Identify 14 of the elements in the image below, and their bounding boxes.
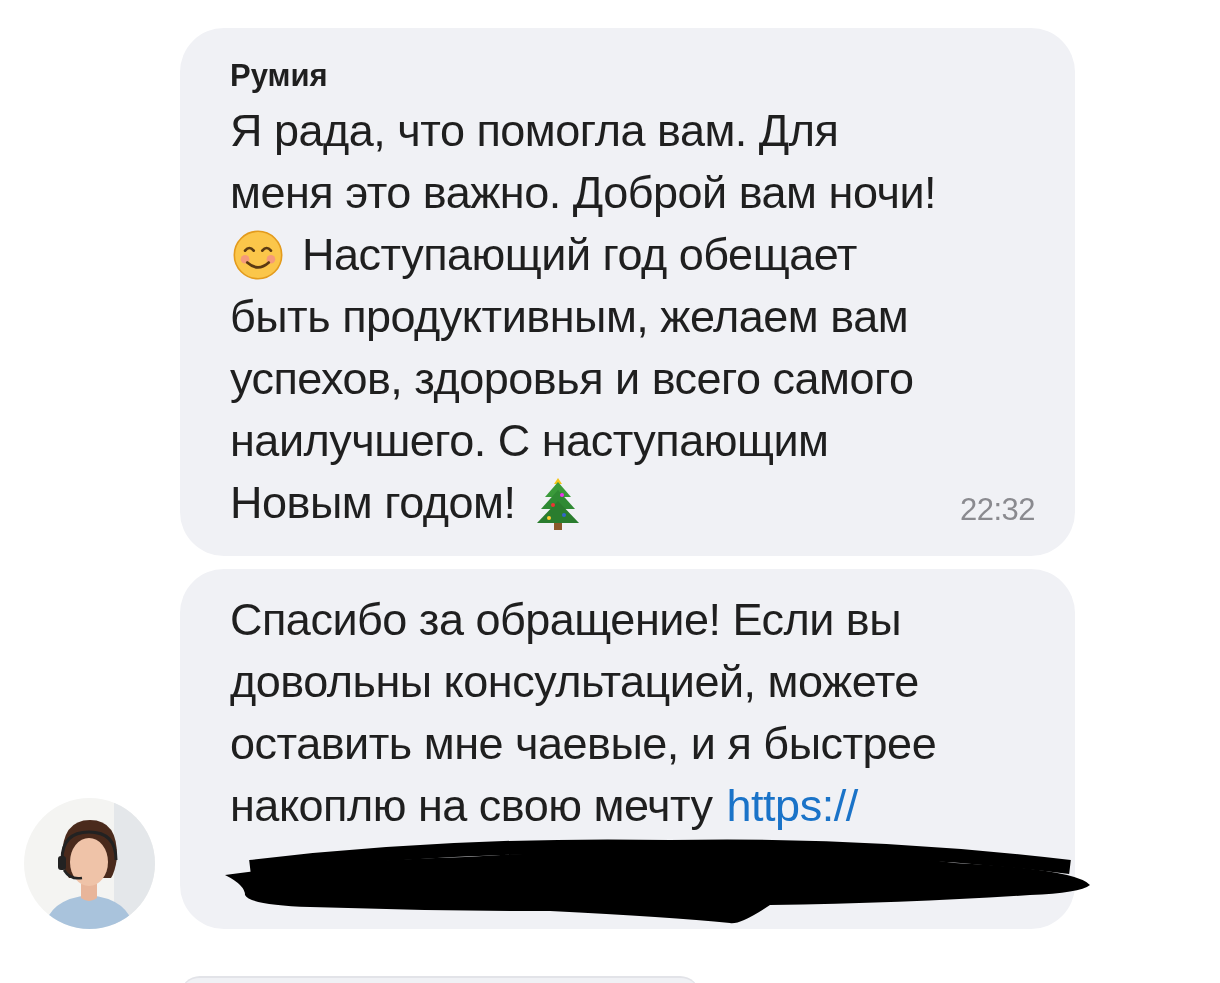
message-text: Я рада, что помогла вам. Для [230,104,839,158]
link[interactable]: https:// [726,775,858,837]
message-text: накоплю на свою мечту [230,779,713,833]
message-text: Спасибо за обращение! Если вы [230,593,902,647]
message-text: успехов, здоровья и всего самого [230,352,914,406]
sender-name: Румия [230,57,329,95]
message-text: Наступающий год обещает [302,228,857,282]
message-text: наилучшего. С наступающим [230,414,829,468]
message-time: 22:32 [959,491,1035,529]
message-text: оставить мне чаевые, и я быстрее [230,717,937,771]
message-text: быть продуктивным, желаем вам [230,290,909,344]
message-text: довольны консультацией, можете [230,655,919,709]
message-text: меня это важно. Доброй вам ночи! [230,166,937,220]
message-text: Новым годом! [230,476,516,530]
